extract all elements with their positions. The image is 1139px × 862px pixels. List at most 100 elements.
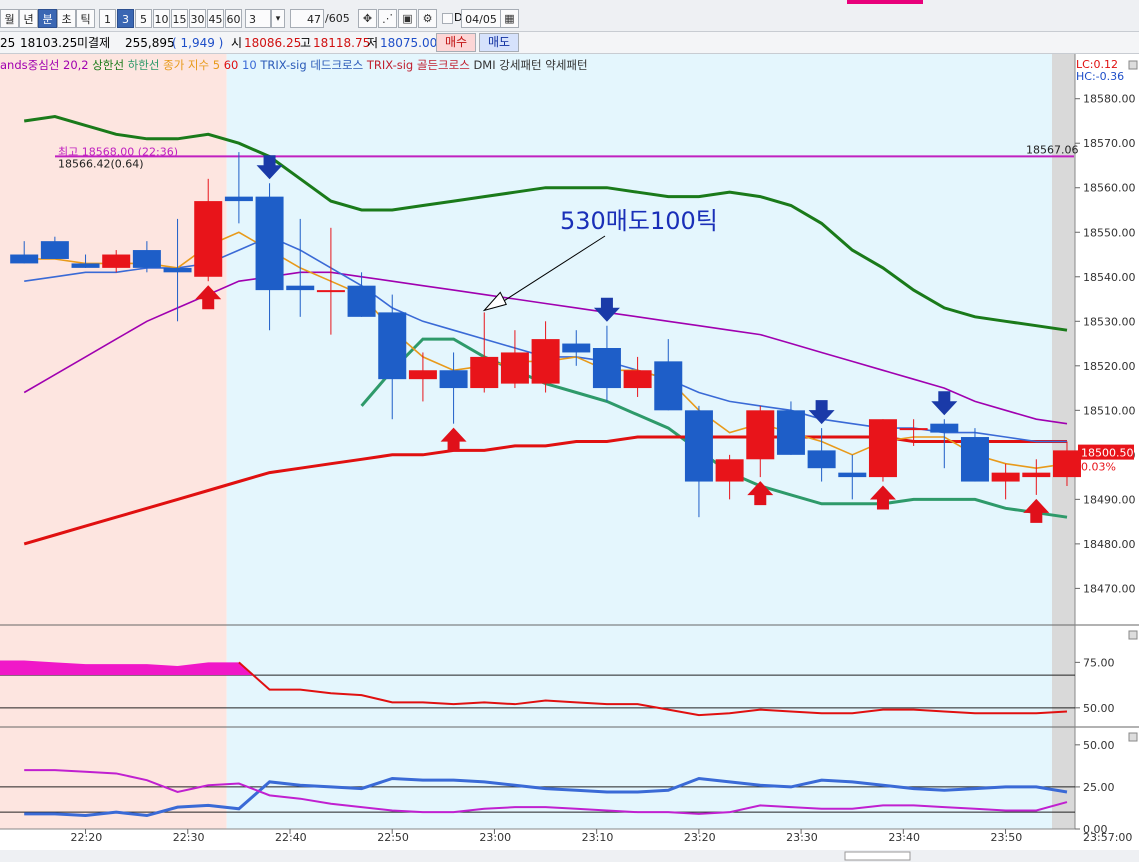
open-interest-label: 미결제 (77, 36, 111, 50)
legend: ands중심선 20,2 상한선 하한선 종가 지수 5 60 10 TRIX-… (0, 58, 588, 72)
current-price-label: 18500.50 (1081, 447, 1134, 460)
save-icon[interactable]: ▣ (398, 9, 417, 28)
candle-body (500, 352, 529, 384)
sub1-tick-label: 50.00 (1083, 702, 1115, 715)
candle-body (715, 459, 744, 482)
y-tick-label: 18550.00 (1083, 226, 1136, 239)
candle-body (378, 312, 407, 380)
status-strip (847, 0, 923, 4)
hc-label: HC:-0.36 (1076, 70, 1124, 83)
x-tick-label: 22:20 (71, 831, 103, 844)
oi-change: ( 1,949 ) (172, 36, 224, 50)
low-price: 18075.00 (380, 36, 438, 50)
y-tick-label: 18480.00 (1083, 538, 1136, 551)
scroll-bar (0, 850, 1139, 862)
candle-body (40, 241, 69, 259)
interval-button-15[interactable]: 15 (171, 9, 188, 28)
y-tick-label: 18560.00 (1083, 182, 1136, 195)
x-tick-label: 22:50 (377, 831, 409, 844)
sell-button[interactable]: 매도 (479, 33, 519, 52)
hline-value-label: 18567.06 (1026, 143, 1079, 156)
x-tick-label: 23:30 (786, 831, 818, 844)
low-label: 저 (367, 36, 379, 50)
candle-body (439, 370, 468, 389)
interval-button-10[interactable]: 10 (153, 9, 170, 28)
panel-close-icon (1128, 630, 1138, 640)
candle-body (194, 201, 223, 277)
y-tick-label: 18520.00 (1083, 360, 1136, 373)
candle-body (684, 410, 713, 482)
last-time-label: 23:57:00 (1083, 831, 1132, 844)
candle-body (868, 419, 897, 478)
y-tick-label: 18530.00 (1083, 315, 1136, 328)
period-button-1[interactable]: 년 (19, 9, 38, 28)
interval-input[interactable]: 3 (245, 9, 271, 28)
high-sub-annotation: 18566.42(0.64) (58, 157, 144, 170)
candle-body (71, 263, 100, 268)
interval-dropdown[interactable]: ▾ (271, 9, 285, 28)
x-tick-label: 23:40 (888, 831, 920, 844)
candle-body (899, 428, 928, 431)
date-input[interactable]: 04/05 (461, 9, 501, 28)
sub2-tick-label: 25.00 (1083, 781, 1115, 794)
candle-body (224, 196, 253, 202)
note-text: 530매도100틱 (560, 207, 718, 235)
candle-body (316, 290, 345, 293)
y-tick-label: 18570.00 (1083, 137, 1136, 150)
candle-body (930, 423, 959, 433)
y-tick-label: 18580.00 (1083, 93, 1136, 106)
buy-button[interactable]: 매수 (436, 33, 476, 52)
open-label: 시 (231, 36, 243, 50)
panel-close-icon (1128, 60, 1138, 70)
settings-icon[interactable]: ⚙ (418, 9, 437, 28)
sub1-tick-label: 75.00 (1083, 656, 1115, 669)
interval-button-1[interactable]: 1 (99, 9, 116, 28)
period-button-3[interactable]: 초 (57, 9, 76, 28)
legend-item: DMI 강세패턴 (473, 58, 545, 72)
candle-body (255, 196, 284, 291)
legend-item: 60 (224, 58, 242, 72)
tool-icon[interactable]: ✥ (358, 9, 377, 28)
line-tool-icon[interactable]: ⋰ (378, 9, 397, 28)
y-tick-label: 18490.00 (1083, 493, 1136, 506)
count-total: /605 (325, 12, 350, 25)
candle-body (286, 285, 315, 291)
period-button-2[interactable]: 분 (38, 9, 57, 28)
candle-body (776, 410, 805, 455)
x-tick-label: 23:50 (991, 831, 1023, 844)
period-button-4[interactable]: 틱 (76, 9, 95, 28)
interval-button-45[interactable]: 45 (207, 9, 224, 28)
high-price: 18118.75 (313, 36, 371, 50)
interval-button-3[interactable]: 3 (117, 9, 134, 28)
legend-item: TRIX-sig 골든크로스 (366, 58, 474, 72)
legend-item: 10 (242, 58, 260, 72)
legend-item: 상한선 (92, 58, 127, 72)
candle-body (807, 450, 836, 469)
candle-body (470, 356, 499, 389)
y-tick-label: 18540.00 (1083, 271, 1136, 284)
candle-body (623, 370, 652, 389)
interval-button-30[interactable]: 30 (189, 9, 206, 28)
candle-body (746, 410, 775, 460)
candle-body (838, 472, 867, 478)
open-interest: 255,895 (125, 36, 175, 50)
y-tick-label: 18510.00 (1083, 404, 1136, 417)
candle-body (347, 285, 376, 317)
candle-body (1022, 472, 1051, 478)
candle-body (654, 361, 683, 411)
x-tick-label: 23:10 (582, 831, 614, 844)
candle-body (592, 348, 621, 389)
candle-body (1052, 450, 1081, 478)
count-input[interactable]: 47 (290, 9, 324, 28)
legend-item: 약세패턴 (545, 58, 587, 72)
interval-button-5[interactable]: 5 (135, 9, 152, 28)
checkbox[interactable] (442, 13, 453, 24)
period-button-0[interactable]: 월 (0, 9, 19, 28)
calendar-icon[interactable]: ▦ (500, 9, 519, 28)
legend-item: 하한선 (128, 58, 163, 72)
candle-body (10, 254, 39, 264)
x-tick-label: 23:20 (684, 831, 716, 844)
x-tick-label: 22:30 (173, 831, 205, 844)
chart-area[interactable]: 18470.0018480.0018490.0018500.0018510.00… (0, 54, 1139, 862)
interval-button-60[interactable]: 60 (225, 9, 242, 28)
